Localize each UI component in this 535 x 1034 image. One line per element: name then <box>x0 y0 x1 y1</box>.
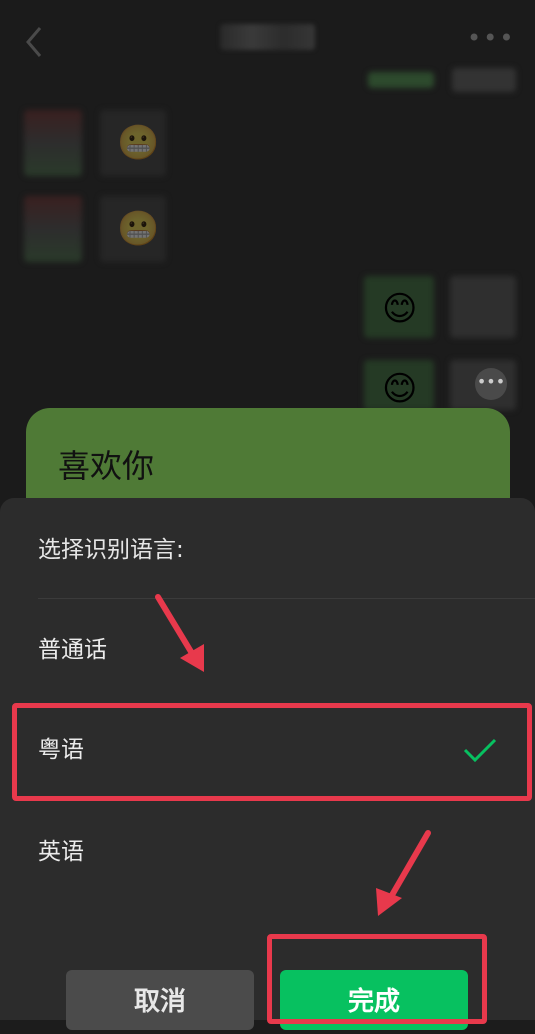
option-label: 英语 <box>38 839 84 865</box>
highlight-box-done <box>267 934 487 1024</box>
smile-emoji-icon: 😊 <box>382 289 418 329</box>
avatar <box>452 68 516 92</box>
smile-emoji-icon: 😊 <box>382 369 418 409</box>
grimace-emoji-icon: 😬 <box>117 123 160 163</box>
sheet-title: 选择识别语言: <box>38 537 184 563</box>
message-more-icon[interactable]: ••• <box>475 368 507 400</box>
option-mandarin[interactable]: 普通话 <box>0 600 535 700</box>
transcribed-text: 喜欢你 <box>58 447 155 485</box>
avatar <box>24 196 82 262</box>
cancel-button[interactable]: 取消 <box>66 970 254 1030</box>
option-label: 普通话 <box>38 637 107 663</box>
divider <box>38 598 535 599</box>
option-english[interactable]: 英语 <box>0 800 535 900</box>
more-options-icon[interactable]: ••• <box>467 26 513 50</box>
avatar <box>450 276 516 338</box>
highlight-box-cantonese <box>12 703 532 801</box>
avatar <box>24 110 82 176</box>
grimace-emoji-icon: 😬 <box>117 209 160 249</box>
sent-image <box>368 72 434 88</box>
back-arrow-icon[interactable] <box>18 22 58 62</box>
chat-title-blurred <box>220 24 315 50</box>
